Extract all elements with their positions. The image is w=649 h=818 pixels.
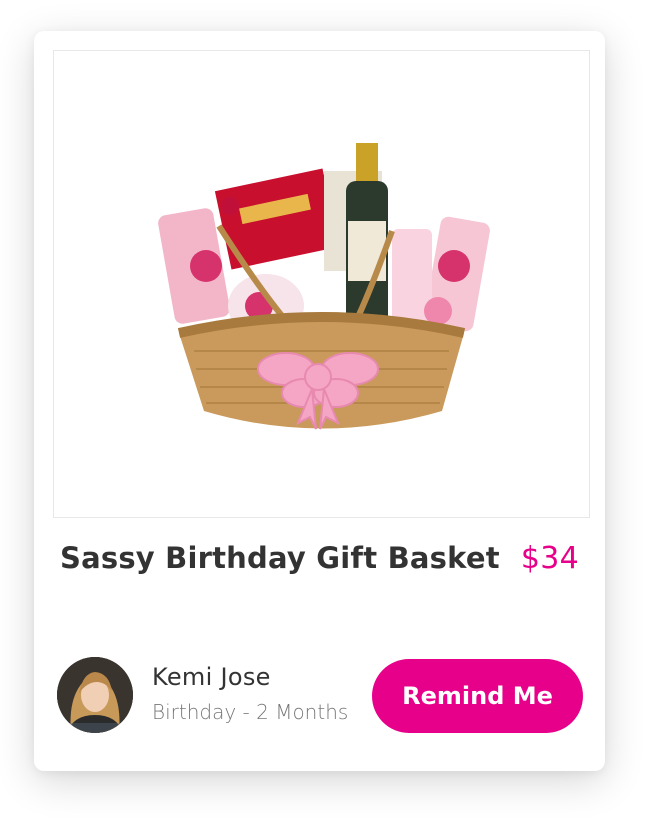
avatar[interactable] [57,657,133,733]
product-image[interactable] [53,50,590,518]
product-price: $34 [520,541,579,576]
occasion-countdown: Birthday - 2 Months [152,700,349,724]
product-card: Sassy Birthday Gift Basket $34 Kemi Jose… [34,31,605,771]
product-title[interactable]: Sassy Birthday Gift Basket [60,541,500,575]
remind-me-button[interactable]: Remind Me [372,659,583,733]
person-avatar-icon [57,657,133,733]
gift-basket-image [158,143,490,430]
person-name: Kemi Jose [152,663,271,691]
